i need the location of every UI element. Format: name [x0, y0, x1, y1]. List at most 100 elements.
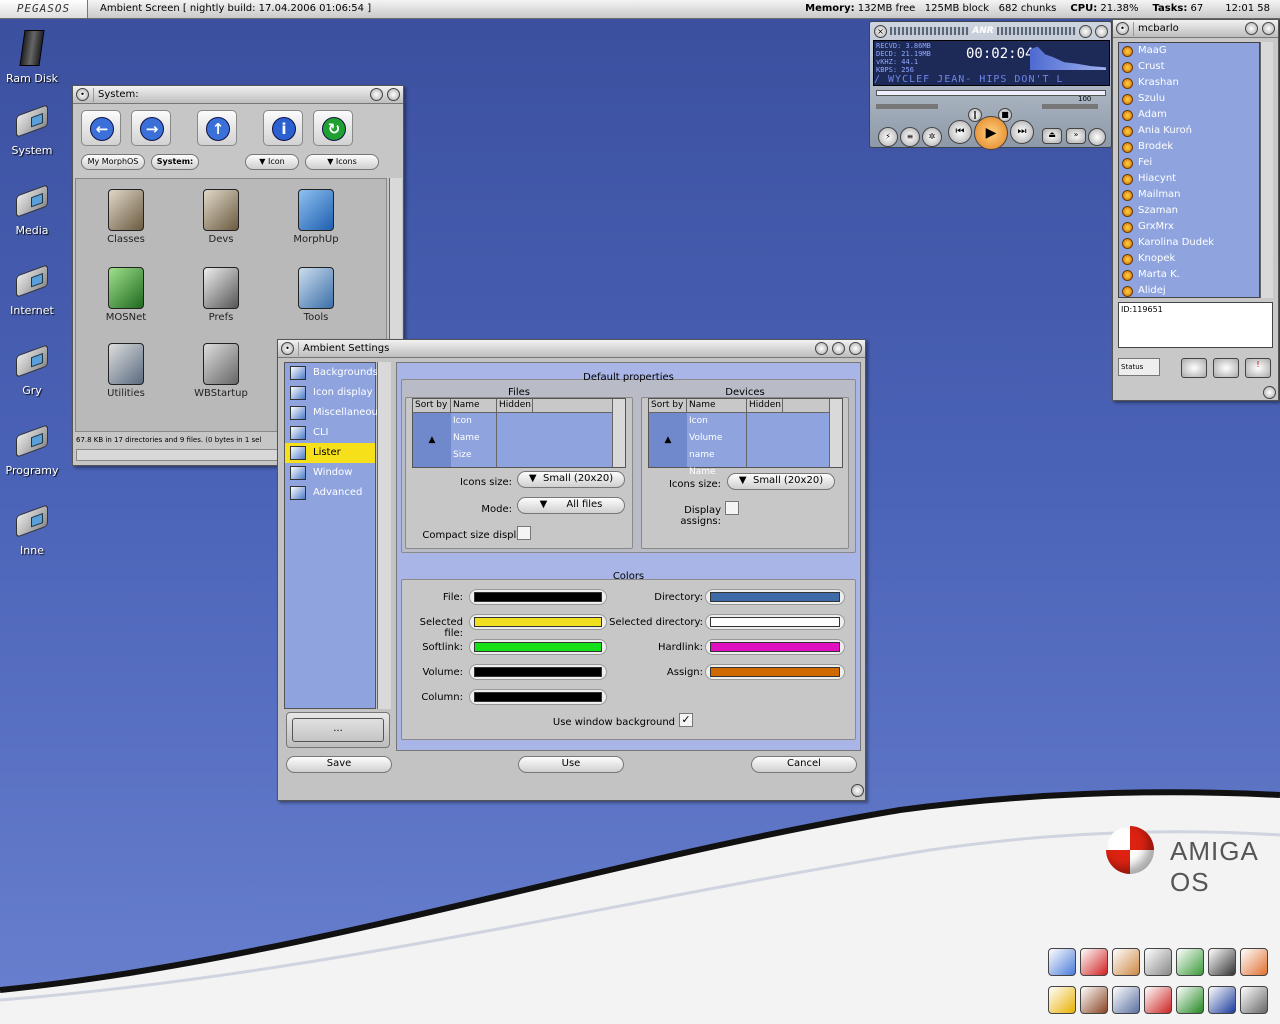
- color-swatch-button[interactable]: [705, 639, 845, 655]
- drawer-icon-prefs[interactable]: Prefs: [181, 267, 261, 323]
- dock-app-icon[interactable]: [1176, 948, 1204, 976]
- close-icon[interactable]: ×: [874, 24, 887, 38]
- iconify-icon[interactable]: [370, 88, 383, 101]
- category-item[interactable]: Advanced: [285, 483, 375, 503]
- devices-icons-size-cycle[interactable]: ▼ Small (20x20): [727, 473, 835, 490]
- drawer-icon-utilities[interactable]: Utilities: [86, 343, 166, 399]
- color-swatch-button[interactable]: [705, 614, 845, 630]
- save-button[interactable]: Save: [286, 756, 392, 773]
- id-field[interactable]: ID:119651: [1118, 302, 1273, 348]
- record-icon[interactable]: [1088, 128, 1106, 146]
- contact-item[interactable]: Alidej: [1119, 283, 1259, 297]
- compact-size-checkbox[interactable]: [517, 526, 531, 540]
- files-list-scrollbar[interactable]: [612, 399, 625, 467]
- list-item[interactable]: Icon: [689, 413, 746, 430]
- contact-item[interactable]: MaaG: [1119, 43, 1259, 59]
- pause-icon[interactable]: ‖: [968, 108, 982, 122]
- dock-app-icon[interactable]: [1112, 986, 1140, 1014]
- depth-icon[interactable]: [1262, 22, 1275, 35]
- volume-slider[interactable]: [1042, 104, 1098, 109]
- stop-icon[interactable]: ■: [998, 108, 1012, 122]
- contact-item[interactable]: Crust: [1119, 59, 1259, 75]
- forward-icon[interactable]: »: [1066, 128, 1086, 144]
- iconify-icon[interactable]: [1245, 22, 1258, 35]
- audio-player-window[interactable]: × ANR RECVD: 3.86MB DECD: 21.19MB vKHZ: …: [869, 21, 1112, 150]
- close-icon[interactable]: •: [76, 88, 89, 101]
- forward-button[interactable]: →: [131, 110, 171, 146]
- color-swatch-button[interactable]: [469, 664, 607, 680]
- desktop-icon-system[interactable]: System: [0, 100, 64, 157]
- contact-item[interactable]: Krashan: [1119, 75, 1259, 91]
- column-hidden[interactable]: Hidden: [747, 399, 783, 412]
- column-hidden[interactable]: Hidden: [497, 399, 533, 412]
- refresh-button[interactable]: ↻: [313, 110, 353, 146]
- playlist-icon[interactable]: ≡: [900, 127, 920, 147]
- ambient-settings-window[interactable]: • Ambient Settings Backgrounds Icon displ…: [277, 339, 866, 801]
- sort-direction[interactable]: ▲: [413, 413, 451, 467]
- cancel-button[interactable]: Cancel: [751, 756, 857, 773]
- files-icons-size-cycle[interactable]: ▼ Small (20x20): [517, 471, 625, 488]
- drawer-icon-tools[interactable]: Tools: [276, 267, 356, 323]
- category-scrollbar[interactable]: [377, 362, 391, 709]
- desktop-icon-ram-disk[interactable]: Ram Disk: [0, 28, 64, 85]
- files-mode-cycle[interactable]: ▼ All files: [517, 497, 625, 514]
- list-item[interactable]: Volume name: [689, 430, 746, 464]
- desktop-icon-inne[interactable]: Inne: [0, 500, 64, 557]
- resize-icon[interactable]: [851, 784, 864, 797]
- drawer-icon-mosnet[interactable]: MOSNet: [86, 267, 166, 323]
- info-button[interactable]: i: [263, 110, 303, 146]
- column-sort-by[interactable]: Sort by: [649, 399, 687, 412]
- close-icon[interactable]: •: [281, 342, 294, 355]
- dock-app-icon[interactable]: [1208, 948, 1236, 976]
- dock-app-icon[interactable]: [1080, 948, 1108, 976]
- path-button-system[interactable]: System:: [151, 154, 199, 170]
- contact-item[interactable]: Ania Kuroń: [1119, 123, 1259, 139]
- devices-columns-names[interactable]: Icon Volume name Name: [687, 413, 747, 477]
- contact-item[interactable]: Szaman: [1119, 203, 1259, 219]
- zoom-icon[interactable]: [815, 342, 828, 355]
- list-item[interactable]: Name: [453, 430, 496, 447]
- dock-app-icon[interactable]: [1112, 948, 1140, 976]
- color-swatch-button[interactable]: [705, 664, 845, 680]
- color-swatch-button[interactable]: [705, 589, 845, 605]
- contact-list[interactable]: MaaG Crust Krashan Szulu Adam Ania Kuroń Brode…: [1118, 42, 1260, 298]
- window-titlebar[interactable]: • mcbarlo: [1113, 20, 1278, 38]
- files-columns-names[interactable]: Icon Name Size: [451, 413, 497, 467]
- dock-app-icon[interactable]: [1144, 948, 1172, 976]
- files-columns-list[interactable]: Sort by Name Hidden ▲ Icon Name Size: [412, 398, 626, 468]
- contact-item[interactable]: Brodek: [1119, 139, 1259, 155]
- show-cycle[interactable]: ▼ Icons: [305, 154, 379, 170]
- category-item[interactable]: Window: [285, 463, 375, 483]
- ellipsis-button[interactable]: ...: [286, 712, 390, 748]
- contacts-window[interactable]: • mcbarlo MaaG Crust Krashan Szulu Adam Ania …: [1112, 19, 1279, 401]
- dock-app-icon[interactable]: [1176, 986, 1204, 1014]
- player-titlebar[interactable]: × ANR: [874, 24, 1108, 38]
- parent-button[interactable]: ↑: [197, 110, 237, 146]
- contact-item[interactable]: Marta K.: [1119, 267, 1259, 283]
- next-track-icon[interactable]: ⏭: [1010, 120, 1034, 144]
- column-sort-by[interactable]: Sort by: [413, 399, 451, 412]
- contact-list-scrollbar[interactable]: [1260, 42, 1273, 298]
- iconify-icon[interactable]: [1079, 24, 1092, 38]
- settings-icon[interactable]: ✲: [922, 127, 942, 147]
- contact-item[interactable]: Hiacynt: [1119, 171, 1259, 187]
- settings-category-list[interactable]: Backgrounds Icon display Miscellaneous CLI …: [284, 362, 383, 709]
- color-swatch-button[interactable]: [469, 614, 607, 630]
- pegasos-logo[interactable]: PEGASOS: [0, 0, 88, 18]
- list-item[interactable]: Icon: [453, 413, 496, 430]
- dock-app-icon[interactable]: [1240, 986, 1268, 1014]
- contact-item[interactable]: Adam: [1119, 107, 1259, 123]
- window-titlebar[interactable]: • Ambient Settings: [278, 340, 865, 358]
- path-button-mymorphos[interactable]: My MorphOS: [81, 154, 145, 170]
- balance-slider[interactable]: [876, 104, 938, 109]
- dock-app-icon[interactable]: [1208, 986, 1236, 1014]
- use-button[interactable]: Use: [518, 756, 624, 773]
- disconnect-icon[interactable]: !: [1245, 358, 1271, 378]
- color-swatch-button[interactable]: [469, 639, 607, 655]
- desktop-icon-gry[interactable]: Gry: [0, 340, 64, 397]
- resize-icon[interactable]: [1263, 386, 1276, 399]
- contact-item[interactable]: Knopek: [1119, 251, 1259, 267]
- color-swatch-button[interactable]: [469, 589, 607, 605]
- contact-item[interactable]: GrxMrx: [1119, 219, 1259, 235]
- back-button[interactable]: ←: [81, 110, 121, 146]
